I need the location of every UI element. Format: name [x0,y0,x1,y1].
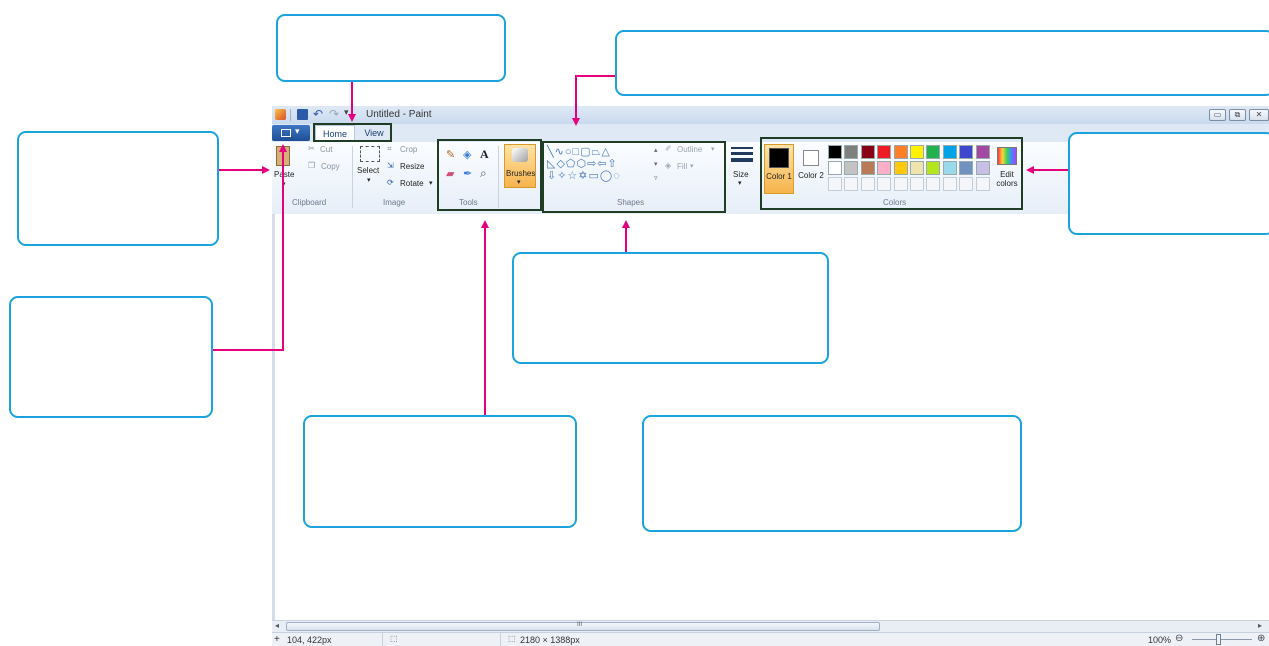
arrow-shapes [572,75,615,126]
annotation-arrows [213,75,1068,415]
arrow-quick-access [213,144,287,351]
